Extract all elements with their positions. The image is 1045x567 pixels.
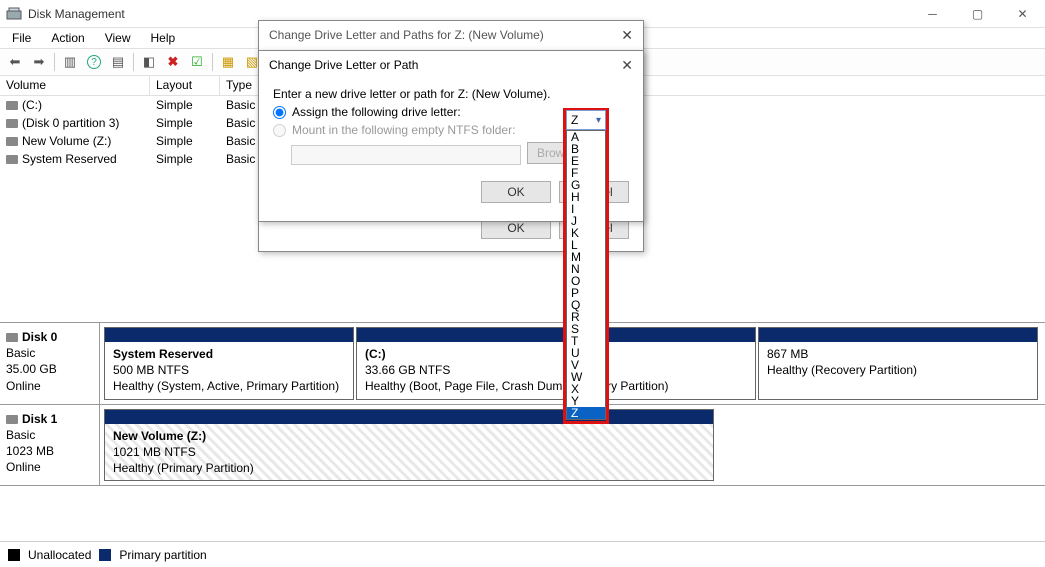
inner-ok-button[interactable]: OK: [481, 181, 551, 203]
col-volume[interactable]: Volume: [0, 76, 150, 95]
disk-info: Disk 0Basic35.00 GBOnline: [0, 323, 100, 404]
legend-swatch-unallocated: [8, 549, 20, 561]
maximize-button[interactable]: ▢: [955, 0, 1000, 27]
instruction-text: Enter a new drive letter or path for Z: …: [273, 87, 629, 101]
radio-assign-label: Assign the following drive letter:: [292, 105, 461, 119]
inner-dialog-title: Change Drive Letter or Path: [269, 58, 418, 72]
panel-icon[interactable]: ▥: [59, 51, 81, 73]
drive-letter-combo[interactable]: Z ▾: [566, 110, 606, 130]
close-button[interactable]: ✕: [1000, 0, 1045, 27]
mount-folder-input: [291, 145, 521, 165]
minimize-button[interactable]: ─: [910, 0, 955, 27]
radio-mount-label: Mount in the following empty NTFS folder…: [292, 123, 515, 137]
back-icon[interactable]: ⬅: [4, 51, 26, 73]
dropdown-item[interactable]: Z: [567, 407, 605, 419]
legend: Unallocated Primary partition: [0, 541, 1045, 567]
settings-icon[interactable]: ◧: [138, 51, 160, 73]
partition[interactable]: System Reserved500 MB NTFSHealthy (Syste…: [104, 327, 354, 400]
radio-mount-input: [273, 124, 286, 137]
radio-assign-input[interactable]: [273, 106, 286, 119]
drive-letter-value: Z: [571, 113, 578, 127]
outer-dialog-title: Change Drive Letter and Paths for Z: (Ne…: [269, 28, 544, 42]
legend-primary: Primary partition: [119, 548, 206, 562]
partition[interactable]: 867 MBHealthy (Recovery Partition): [758, 327, 1038, 400]
outer-dialog-close-icon[interactable]: ✕: [621, 27, 633, 44]
disk-row: Disk 0Basic35.00 GBOnlineSystem Reserved…: [0, 323, 1045, 405]
col-layout[interactable]: Layout: [150, 76, 220, 95]
inner-dialog-titlebar: Change Drive Letter or Path ✕: [259, 51, 643, 79]
disk-graphical-view: Disk 0Basic35.00 GBOnlineSystem Reserved…: [0, 322, 1045, 541]
chevron-down-icon: ▾: [596, 115, 601, 126]
check-icon[interactable]: ☑: [186, 51, 208, 73]
help-icon[interactable]: ?: [83, 51, 105, 73]
window-title: Disk Management: [28, 7, 910, 21]
disk-info: Disk 1Basic1023 MBOnline: [0, 405, 100, 486]
disk-row: Disk 1Basic1023 MBOnlineNew Volume (Z:)1…: [0, 405, 1045, 487]
legend-unallocated: Unallocated: [28, 548, 91, 562]
forward-icon[interactable]: ➡: [28, 51, 50, 73]
delete-icon[interactable]: ✖: [162, 51, 184, 73]
inner-dialog-close-icon[interactable]: ✕: [621, 57, 633, 74]
partition[interactable]: New Volume (Z:)1021 MB NTFSHealthy (Prim…: [104, 409, 714, 482]
menu-view[interactable]: View: [97, 29, 139, 47]
outer-dialog-titlebar: Change Drive Letter and Paths for Z: (Ne…: [259, 21, 643, 49]
legend-swatch-primary: [99, 549, 111, 561]
menu-file[interactable]: File: [4, 29, 39, 47]
drive-letter-dropdown[interactable]: ABEFGHIJKLMNOPQRSTUVWXYZ: [566, 130, 606, 420]
app-icon: [6, 6, 22, 22]
menu-action[interactable]: Action: [43, 29, 92, 47]
refresh-icon[interactable]: ▤: [107, 51, 129, 73]
menu-help[interactable]: Help: [143, 29, 184, 47]
partition[interactable]: (C:)33.66 GB NTFSHealthy (Boot, Page Fil…: [356, 327, 756, 400]
new-icon[interactable]: ▦: [217, 51, 239, 73]
